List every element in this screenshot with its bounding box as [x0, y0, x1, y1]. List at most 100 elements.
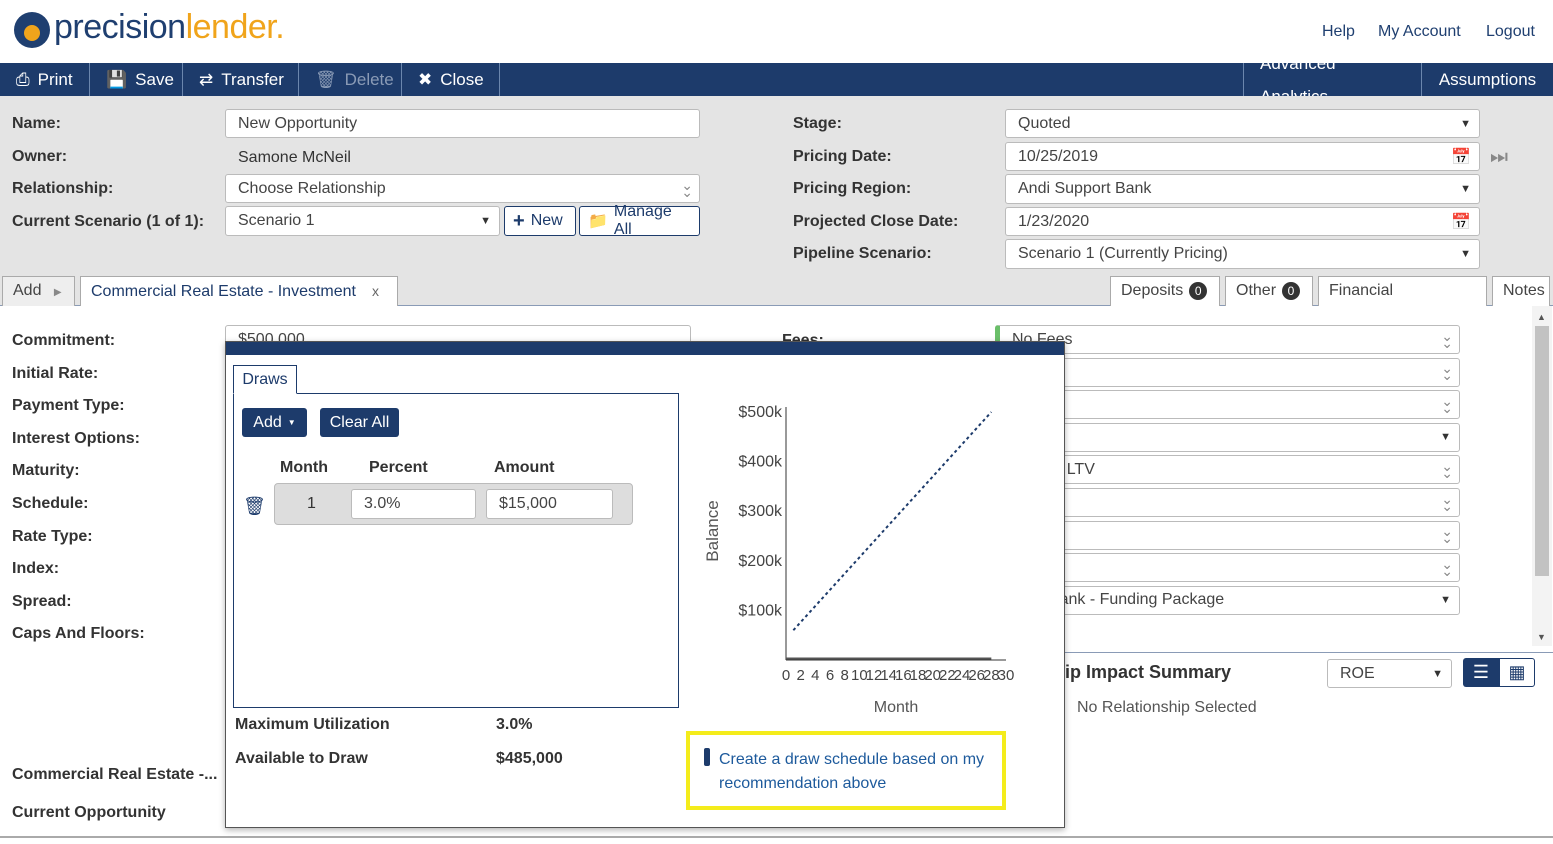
close-icon: ✖	[418, 70, 433, 89]
manage-all-button[interactable]: 📁 Manage All	[579, 203, 700, 238]
pipeline-label: Pipeline Scenario:	[793, 245, 932, 262]
x-axis-label: Month	[874, 699, 918, 716]
my-account-link[interactable]: My Account	[1378, 23, 1461, 41]
calendar-icon[interactable]: 📅	[1451, 212, 1471, 232]
y-axis-label: Balance	[703, 500, 722, 561]
caret-down-icon: ▼	[480, 215, 491, 227]
stage-label: Stage:	[793, 115, 842, 132]
save-button[interactable]: 💾 Save	[90, 63, 183, 96]
grid-view-icon[interactable]: ▦	[1499, 658, 1535, 687]
create-draw-schedule-link[interactable]: Create a draw schedule based on my recomm…	[719, 748, 984, 796]
bottom-divider	[0, 836, 1553, 838]
caret-down-icon: ▼	[1440, 594, 1451, 607]
loan-field-label: Maturity:	[12, 462, 80, 480]
x-tick-label: 8	[840, 667, 848, 684]
double-chevron-icon: ⌄ ⌄	[1441, 457, 1453, 481]
draw-row-percent-input[interactable]: 3.0%	[351, 489, 476, 519]
available-draw-label: Available to Draw	[235, 750, 368, 767]
owner-label: Owner:	[12, 148, 68, 165]
other-count-badge: 0	[1282, 282, 1301, 300]
plus-icon: +	[513, 209, 525, 232]
available-draw-value: $485,000	[496, 750, 563, 767]
draws-modal: Draws Add ▼ Clear All Month Percent Amoun…	[225, 341, 1065, 828]
advanced-analytics-button[interactable]: Advanced Analytics	[1243, 54, 1422, 106]
stage-select[interactable]: Quoted ▼	[1005, 109, 1480, 138]
floppy-icon: 💾	[106, 70, 128, 89]
trash-icon: 🗑	[315, 70, 337, 89]
tab-financial-statements[interactable]: Financial Statements	[1318, 276, 1487, 327]
pricing-region-select[interactable]: Andi Support Bank ▼	[1005, 174, 1480, 204]
relationship-label: Relationship:	[12, 180, 114, 197]
relationship-select[interactable]: Choose Relationship ⌄ ⌄	[225, 174, 700, 203]
scroll-up-icon[interactable]: ▲	[1537, 312, 1546, 322]
x-tick-label: 6	[826, 667, 834, 684]
transfer-button[interactable]: ⇄ Transfer	[183, 63, 299, 96]
col-amount: Amount	[494, 459, 555, 476]
close-button[interactable]: ✖ Close	[402, 63, 500, 96]
deposits-count-badge: 0	[1189, 282, 1208, 300]
content-scrollbar[interactable]	[1532, 306, 1552, 646]
scroll-down-icon[interactable]: ▼	[1537, 632, 1546, 642]
add-product-tab[interactable]: Add ▶	[2, 276, 75, 306]
loan-field-label: Initial Rate:	[12, 364, 99, 382]
printer-icon: ⎙	[16, 70, 30, 89]
new-scenario-button[interactable]: + New	[504, 206, 576, 236]
tab-other[interactable]: Other 0	[1225, 276, 1313, 306]
loan-field-label: Spread:	[12, 592, 72, 610]
pricing-date-input[interactable]: 10/25/2019 📅	[1005, 142, 1480, 171]
draw-balance-chart: $100k$200k$300k$400k$500k0 2 4 6 8 1012141618…	[703, 404, 1014, 716]
y-tick-label: $200k	[738, 553, 783, 570]
x-tick-label: 0	[782, 667, 790, 684]
x-tick-label: 2	[796, 667, 804, 684]
list-view-icon[interactable]: ☰	[1463, 658, 1499, 687]
close-date-input[interactable]: 1/23/2020 📅	[1005, 207, 1480, 236]
impact-empty-text: No Relationship Selected	[1077, 699, 1257, 716]
x-tick-label: 4	[811, 667, 819, 684]
draw-row-amount-input[interactable]: $15,000	[486, 489, 613, 519]
folder-icon: 📁	[588, 213, 608, 230]
scrollbar-thumb[interactable]	[1535, 326, 1549, 576]
scenario-select[interactable]: Scenario 1 ▼	[225, 206, 500, 236]
scenario-label: Current Scenario (1 of 1):	[12, 213, 205, 230]
loan-field-label: Commitment:	[12, 332, 116, 349]
double-chevron-icon: ⌄ ⌄	[1441, 490, 1453, 514]
add-draw-button[interactable]: Add ▼	[242, 408, 307, 437]
y-tick-label: $100k	[738, 602, 783, 619]
clear-all-button[interactable]: Clear All	[320, 408, 399, 437]
owner-value: Samone McNeil	[238, 149, 351, 166]
tab-notes[interactable]: Notes	[1492, 276, 1550, 306]
logout-link[interactable]: Logout	[1486, 23, 1535, 41]
loan-field-label: Schedule:	[12, 495, 89, 512]
caret-down-icon: ▼	[1460, 117, 1471, 130]
help-link[interactable]: Help	[1322, 23, 1355, 41]
draws-panel	[233, 393, 679, 708]
pipeline-select[interactable]: Scenario 1 (Currently Pricing) ▼	[1005, 239, 1480, 269]
calendar-icon[interactable]: 📅	[1451, 147, 1471, 167]
tab-close-icon[interactable]: x	[372, 283, 379, 299]
balance-series-line	[792, 411, 993, 631]
assumptions-button[interactable]: Assumptions	[1422, 63, 1553, 96]
delete-button[interactable]: 🗑 Delete	[299, 63, 402, 96]
impact-metric-select[interactable]: ROE ▼	[1327, 659, 1452, 688]
tab-deposits[interactable]: Deposits 0	[1110, 276, 1220, 306]
double-chevron-icon: ⌄ ⌄	[681, 176, 693, 200]
caret-down-icon: ▼	[1460, 248, 1471, 260]
tab-draws[interactable]: Draws	[233, 365, 297, 394]
pricing-date-label: Pricing Date:	[793, 148, 892, 165]
y-tick-label: $400k	[738, 454, 783, 471]
toggle-icon[interactable]	[704, 748, 710, 766]
skip-forward-icon[interactable]: ⏭	[1490, 146, 1508, 169]
tab-commercial-real-estate[interactable]: Commercial Real Estate - Investment x	[80, 276, 398, 307]
brand-logo[interactable]: precisionlender.	[54, 8, 285, 47]
transfer-icon: ⇄	[199, 70, 214, 89]
loan-field-label: Index:	[12, 560, 60, 578]
section-commercial-real-estate: Commercial Real Estate -...	[12, 766, 218, 783]
loan-field-label: Payment Type:	[12, 397, 125, 415]
name-input[interactable]: New Opportunity	[225, 109, 700, 138]
caret-down-icon: ▼	[1432, 667, 1443, 680]
col-month: Month	[280, 459, 328, 476]
trash-icon[interactable]: 🗑	[243, 496, 266, 517]
col-percent: Percent	[369, 459, 428, 476]
pricing-region-label: Pricing Region:	[793, 180, 912, 197]
print-button[interactable]: ⎙ Print	[0, 63, 90, 96]
